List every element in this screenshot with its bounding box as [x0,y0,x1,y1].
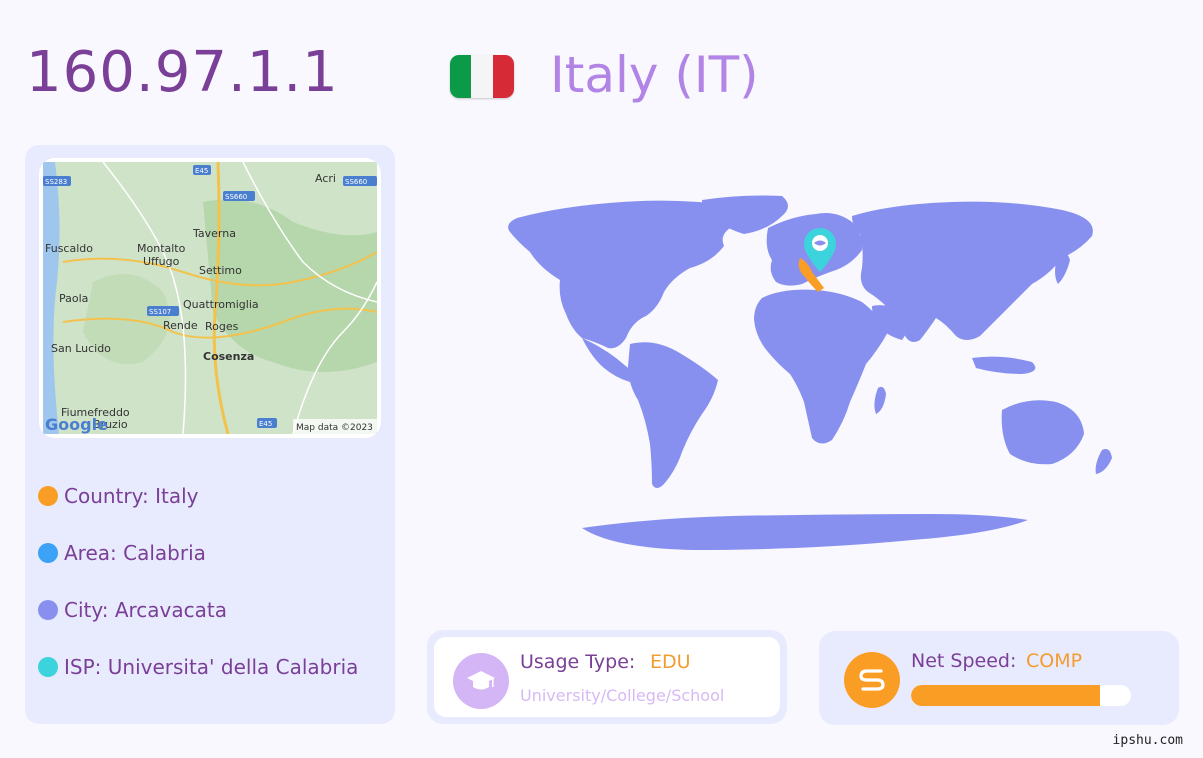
info-row-country: Country: Italy [38,467,358,524]
road-label: SS660 [225,193,247,201]
madagascar [874,386,886,414]
location-panel: SS283 E45 SS660 SS660 SS107 E45 Acri Fus… [25,145,395,724]
road-label: SS107 [149,308,171,316]
road-label: E45 [259,420,272,428]
flag-stripe-white [471,55,493,98]
north-america [508,200,743,349]
net-speed-label: Net Speed: [911,650,1017,672]
city-text: City: Arcavacata [64,597,227,622]
region-map[interactable]: SS283 E45 SS660 SS660 SS107 E45 Acri Fus… [39,158,381,438]
country-dot-icon [38,485,58,506]
google-logo: Google [45,415,108,434]
place-label: Rende [163,319,198,332]
place-label: Roges [205,320,239,333]
country-flag [450,55,514,98]
area-dot-icon [38,542,58,563]
flag-stripe-green [450,55,472,98]
region-map-graphic: SS283 E45 SS660 SS660 SS107 E45 Acri Fus… [43,162,377,434]
place-label: Montalto [137,242,186,255]
graduation-cap-icon [453,653,509,709]
south-america [628,342,718,488]
usage-type-card: Usage Type: EDU University/College/Schoo… [427,630,787,724]
isp-dot-icon [38,656,58,677]
usage-type-inner: Usage Type: EDU University/College/Schoo… [434,637,780,717]
info-list: Country: Italy Area: Calabria City: Arca… [38,467,358,695]
road-label: SS283 [45,178,67,186]
flag-stripe-red [492,55,514,98]
road-label: SS660 [345,178,367,186]
place-label: Quattromiglia [183,298,259,311]
place-label: Fuscaldo [45,242,93,255]
usage-type-value: EDU [650,651,691,673]
usage-type-description: University/College/School [520,686,725,705]
net-speed-card: Net Speed: COMP [819,631,1179,725]
place-label: Cosenza [203,350,254,363]
place-label: Acri [315,172,336,185]
info-row-isp: ISP: Universita' della Calabria [38,638,358,695]
antarctica [582,514,1028,550]
australia [1001,400,1084,465]
info-row-area: Area: Calabria [38,524,358,581]
place-label: San Lucido [51,342,111,355]
city-dot-icon [38,599,58,620]
net-speed-value: COMP [1026,650,1083,672]
place-label: Uffugo [143,255,180,268]
isp-text: ISP: Universita' della Calabria [64,654,359,679]
net-speed-bar-fill [911,685,1101,706]
place-label: Taverna [192,227,236,240]
indonesia [972,356,1036,374]
place-label: Settimo [199,264,242,277]
road-label: E45 [195,167,208,175]
country-text: Country: Italy [64,483,199,508]
country-title: Italy (IT) [550,46,759,104]
speed-s-icon [844,652,900,708]
place-label: Paola [59,292,88,305]
info-row-city: City: Arcavacata [38,581,358,638]
watermark: ipshu.com [1112,733,1183,748]
ip-address: 160.97.1.1 [26,40,339,105]
new-zealand [1095,449,1112,474]
net-speed-bar [911,685,1131,706]
japan [1055,252,1070,284]
africa [754,289,888,444]
usage-type-label: Usage Type: [520,651,636,673]
area-text: Area: Calabria [64,540,206,565]
world-map [508,195,1112,550]
map-attribution: Map data ©2023 [296,423,373,433]
